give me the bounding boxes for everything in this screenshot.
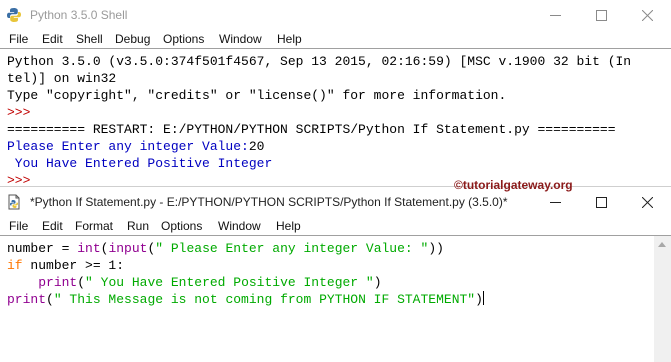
editor-window-title: *Python If Statement.py - E:/PYTHON/PYTH…: [30, 195, 508, 209]
builtin-int: int: [77, 241, 101, 256]
menu-debug[interactable]: Debug: [115, 31, 150, 47]
shell-menubar: File Edit Shell Debug Options Window Hel…: [0, 30, 671, 48]
text-cursor: [482, 291, 484, 305]
banner-line-1: Python 3.5.0 (v3.5.0:374f501f4567, Sep 1…: [7, 54, 632, 69]
editor-maximize-button[interactable]: [578, 187, 624, 217]
code-editor[interactable]: number = int ( input ( " Please Enter any in…: [0, 235, 671, 362]
shell-titlebar[interactable]: Python 3.5.0 Shell: [0, 0, 671, 30]
menu-options[interactable]: Options: [161, 218, 202, 234]
string-literal: " You Have Entered Positive Integer ": [85, 275, 374, 290]
keyword-if: if: [7, 258, 23, 273]
restart-line: ========== RESTART: E:/PYTHON/PYTHON SCR…: [7, 122, 616, 137]
menu-edit[interactable]: Edit: [42, 218, 63, 234]
code-text: )): [428, 241, 444, 256]
editor-window: *Python If Statement.py - E:/PYTHON/PYTH…: [0, 186, 671, 362]
code-line-4: print(" This Message is not coming from …: [7, 291, 484, 308]
menu-help[interactable]: Help: [277, 31, 302, 47]
menu-window[interactable]: Window: [218, 218, 261, 234]
input-value: 20: [248, 139, 265, 154]
close-icon: [641, 9, 653, 21]
python-file-icon: [8, 194, 20, 210]
banner-line-2: tel)] on win32: [7, 71, 117, 86]
menu-run[interactable]: Run: [127, 218, 149, 234]
code-line-3: print(" You Have Entered Positive Intege…: [7, 274, 382, 291]
menu-options[interactable]: Options: [163, 31, 204, 47]
builtin-print: print: [7, 292, 47, 307]
menu-file[interactable]: File: [9, 31, 28, 47]
shell-text-area[interactable]: Python 3.5.0 (v3.5.0:374f501f4567, Sep 1…: [0, 48, 671, 186]
code-text: number >= 1:: [22, 258, 125, 273]
close-icon: [641, 196, 653, 208]
menu-edit[interactable]: Edit: [42, 31, 63, 47]
builtin-print: print: [38, 275, 78, 290]
menu-file[interactable]: File: [9, 218, 28, 234]
menu-window[interactable]: Window: [219, 31, 262, 47]
string-literal: " Please Enter any integer Value: ": [155, 241, 429, 256]
maximize-icon: [595, 196, 607, 208]
shell-prompt-2: >>>: [7, 173, 31, 186]
editor-close-button[interactable]: [624, 187, 670, 217]
maximize-button[interactable]: [578, 0, 624, 30]
editor-menubar: File Edit Format Run Options Window Help: [0, 217, 671, 235]
code-text: ): [373, 275, 382, 290]
banner-line-3: Type "copyright", "credits" or "license(…: [7, 88, 507, 103]
python-logo-icon: [7, 8, 21, 22]
output-line: You Have Entered Positive Integer: [7, 156, 273, 171]
maximize-icon: [595, 9, 607, 21]
menu-help[interactable]: Help: [276, 218, 301, 234]
code-text: ): [475, 292, 483, 307]
string-literal: " This Message is not coming from PYTHON…: [53, 292, 476, 307]
code-line-1: number = int(input(" Please Enter any in…: [7, 240, 444, 257]
editor-scrollbar[interactable]: [654, 236, 671, 362]
builtin-input: input: [108, 241, 148, 256]
menu-format[interactable]: Format: [75, 218, 113, 234]
minimize-button[interactable]: [532, 0, 578, 30]
code-text: (: [77, 275, 86, 290]
scroll-up-arrow-icon[interactable]: [658, 242, 666, 247]
code-text: number =: [7, 241, 78, 256]
input-prompt-text: Please Enter any integer Value:: [7, 139, 249, 154]
code-line-2: if number >= 1:: [7, 257, 124, 274]
code-text: (: [46, 292, 54, 307]
minimize-icon: [549, 201, 561, 203]
menu-shell[interactable]: Shell: [76, 31, 103, 47]
watermark: ©tutorialgateway.org: [454, 178, 573, 192]
shell-window-title: Python 3.5.0 Shell: [30, 8, 128, 22]
close-button[interactable]: [624, 0, 670, 30]
shell-window: Python 3.5.0 Shell File Edit Shell Debug…: [0, 0, 671, 186]
shell-prompt: >>>: [7, 105, 31, 120]
input-prompt-line: Please Enter any integer Value:20: [7, 138, 264, 155]
minimize-icon: [549, 14, 561, 16]
